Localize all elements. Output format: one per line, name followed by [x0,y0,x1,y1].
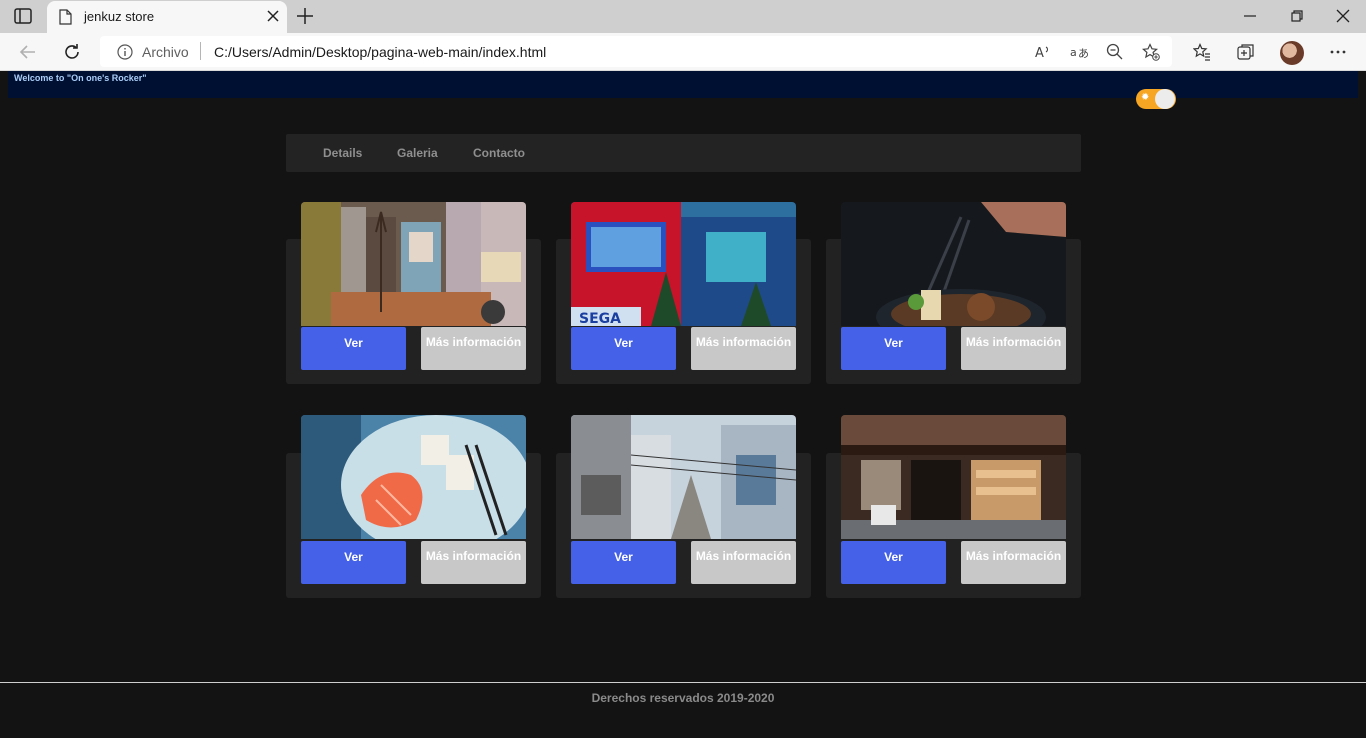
minimize-icon[interactable] [1242,8,1258,24]
url-text[interactable]: C:/Users/Admin/Desktop/pagina-web-main/i… [214,44,546,60]
welcome-text: Welcome to "On one's Rocker" [14,73,147,83]
mas-informacion-button[interactable]: Más información [961,541,1066,584]
ver-button[interactable]: Ver [841,541,946,584]
mas-informacion-button[interactable]: Más información [961,327,1066,370]
close-tab-icon[interactable] [265,8,281,24]
zoom-out-icon[interactable] [1106,43,1124,61]
sun-icon: ✹ [1141,92,1150,103]
more-icon[interactable] [1329,43,1347,61]
new-tab-icon[interactable] [296,7,314,25]
toggle-knob [1155,89,1175,109]
close-window-icon[interactable] [1335,8,1351,24]
translate-icon[interactable]: aあ [1070,43,1088,61]
mas-informacion-button[interactable]: Más información [421,541,526,584]
card-image-noodles[interactable] [841,202,1066,326]
ver-button[interactable]: Ver [301,327,406,370]
url-scheme-label: Archivo [142,44,189,60]
page-icon [59,9,72,25]
read-aloud-icon[interactable]: A [1034,43,1052,61]
mas-informacion-button[interactable]: Más información [691,541,796,584]
add-favorite-icon[interactable] [1142,43,1160,61]
browser-tab-bar: jenkuz store [0,0,1366,33]
card-image-alley[interactable] [571,415,796,539]
footer-divider [0,682,1366,683]
footer-copyright: Derechos reservados 2019-2020 [591,691,775,705]
svg-text:a: a [1070,46,1077,59]
favorites-icon[interactable] [1193,43,1211,61]
nav-contacto[interactable]: Contacto [473,146,525,160]
address-field[interactable]: Archivo C:/Users/Admin/Desktop/pagina-we… [100,36,1172,67]
browser-tab[interactable]: jenkuz store [47,1,287,33]
svg-text:SEGA: SEGA [579,311,621,326]
main-nav: Details Galeria Contacto [286,134,1081,172]
theme-toggle[interactable]: ✹ [1136,89,1176,109]
ver-button[interactable]: Ver [571,327,676,370]
tab-title: jenkuz store [84,9,155,24]
ver-button[interactable]: Ver [301,541,406,584]
tab-actions-icon[interactable] [14,8,32,24]
ver-button[interactable]: Ver [841,327,946,370]
profile-avatar[interactable] [1280,41,1304,65]
back-icon[interactable] [18,42,38,62]
card-image-sega[interactable]: SEGA [571,202,796,326]
url-separator [200,42,201,60]
card-image-shopfront[interactable] [841,415,1066,539]
collections-icon[interactable] [1237,43,1255,61]
mas-informacion-button[interactable]: Más información [421,327,526,370]
nav-details[interactable]: Details [323,146,362,160]
svg-text:あ: あ [1078,47,1088,60]
card-image-sashimi[interactable] [301,415,526,539]
restore-icon[interactable] [1289,8,1305,24]
card-image-akihabara[interactable] [301,202,526,326]
nav-galeria[interactable]: Galeria [397,146,438,160]
ver-button[interactable]: Ver [571,541,676,584]
web-page: Welcome to "On one's Rocker" ✹ Details G… [0,71,1366,738]
mas-informacion-button[interactable]: Más información [691,327,796,370]
refresh-icon[interactable] [62,42,82,62]
svg-text:A: A [1035,46,1044,61]
info-icon[interactable] [117,44,133,60]
address-bar-row: Archivo C:/Users/Admin/Desktop/pagina-we… [0,33,1366,71]
